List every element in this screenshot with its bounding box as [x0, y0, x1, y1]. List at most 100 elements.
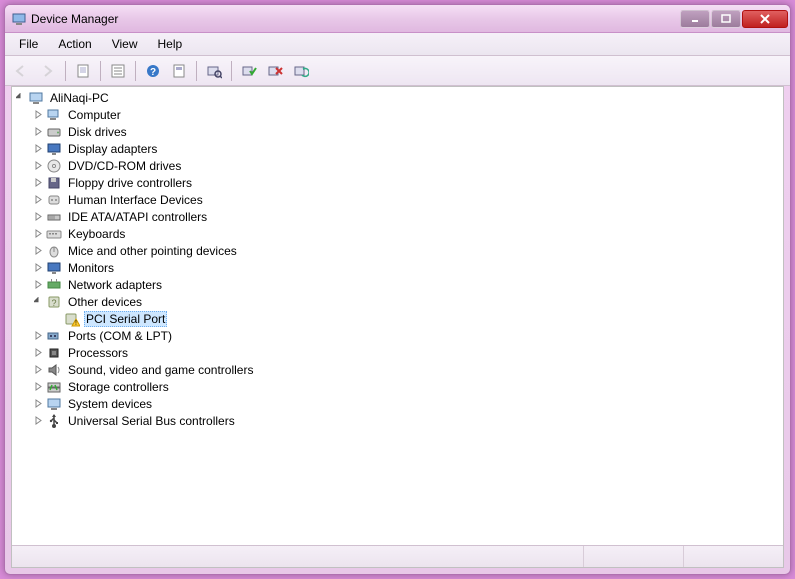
- minimize-button[interactable]: [680, 10, 710, 28]
- back-button[interactable]: [11, 60, 33, 82]
- computer-icon: [28, 90, 44, 106]
- tree-item[interactable]: DVD/CD-ROM drives: [14, 157, 781, 174]
- usb-icon: [46, 413, 62, 429]
- enable-button[interactable]: [238, 60, 260, 82]
- network-icon: [46, 277, 62, 293]
- tree-item-label: System devices: [66, 397, 154, 411]
- dvd-icon: [46, 158, 62, 174]
- display-icon: [46, 141, 62, 157]
- svg-text:?: ?: [150, 67, 156, 78]
- expand-icon[interactable]: [32, 177, 44, 189]
- tree-item-label: Keyboards: [66, 227, 127, 241]
- tree-item[interactable]: System devices: [14, 395, 781, 412]
- scan-hardware-button[interactable]: [290, 60, 312, 82]
- menu-file[interactable]: File: [11, 35, 46, 53]
- tree-item[interactable]: Universal Serial Bus controllers: [14, 412, 781, 429]
- window-title: Device Manager: [31, 12, 679, 26]
- expand-icon[interactable]: [32, 381, 44, 393]
- tree-item[interactable]: Mice and other pointing devices: [14, 242, 781, 259]
- menu-view[interactable]: View: [104, 35, 146, 53]
- tree-item-label: Ports (COM & LPT): [66, 329, 174, 343]
- tree-item-label: Display adapters: [66, 142, 159, 156]
- expand-icon[interactable]: [32, 415, 44, 427]
- tree-item-label: Network adapters: [66, 278, 164, 292]
- tree-item[interactable]: Display adapters: [14, 140, 781, 157]
- svg-text:!: !: [75, 320, 77, 327]
- content-area: AliNaqi-PC ComputerDisk drives Display ada…: [11, 86, 784, 568]
- titlebar[interactable]: Device Manager: [5, 5, 790, 33]
- warning-icon: !: [64, 311, 80, 327]
- uninstall-button[interactable]: [168, 60, 190, 82]
- tree-item[interactable]: IDE ATA/ATAPI controllers: [14, 208, 781, 225]
- expand-icon[interactable]: [32, 160, 44, 172]
- mouse-icon: [46, 243, 62, 259]
- cpu-icon: [46, 345, 62, 361]
- tree-item-label: Processors: [66, 346, 130, 360]
- storage-icon: [46, 379, 62, 395]
- menubar: File Action View Help: [5, 33, 790, 56]
- expand-icon[interactable]: [32, 245, 44, 257]
- tree-item[interactable]: Disk drives: [14, 123, 781, 140]
- tree-item-label: AliNaqi-PC: [48, 91, 111, 105]
- tree-item[interactable]: Keyboards: [14, 225, 781, 242]
- forward-button[interactable]: [37, 60, 59, 82]
- show-hidden-button[interactable]: [72, 60, 94, 82]
- expand-icon[interactable]: [32, 211, 44, 223]
- tree-item-label: Computer: [66, 108, 123, 122]
- expand-icon[interactable]: [32, 228, 44, 240]
- floppy-icon: [46, 175, 62, 191]
- tree-item[interactable]: Floppy drive controllers: [14, 174, 781, 191]
- tree-item[interactable]: Human Interface Devices: [14, 191, 781, 208]
- expand-icon[interactable]: [32, 109, 44, 121]
- tree-item-label: Storage controllers: [66, 380, 171, 394]
- tree-item-label: IDE ATA/ATAPI controllers: [66, 210, 209, 224]
- tree-item-label: Human Interface Devices: [66, 193, 205, 207]
- tree-item[interactable]: Processors: [14, 344, 781, 361]
- ide-icon: [46, 209, 62, 225]
- expand-icon[interactable]: [32, 364, 44, 376]
- monitor-icon: [46, 260, 62, 276]
- expand-icon[interactable]: [32, 126, 44, 138]
- tree-item-label: Floppy drive controllers: [66, 176, 194, 190]
- expand-icon[interactable]: [32, 262, 44, 274]
- hid-icon: [46, 192, 62, 208]
- help-button[interactable]: ?: [142, 60, 164, 82]
- statusbar: [12, 545, 783, 567]
- tree-item[interactable]: ! PCI Serial Port: [14, 310, 781, 327]
- expand-icon[interactable]: [32, 347, 44, 359]
- maximize-button[interactable]: [711, 10, 741, 28]
- update-driver-button[interactable]: [203, 60, 225, 82]
- properties-button[interactable]: [107, 60, 129, 82]
- expand-icon[interactable]: [32, 330, 44, 342]
- tree-item[interactable]: Ports (COM & LPT): [14, 327, 781, 344]
- tree-item[interactable]: ? Other devices: [14, 293, 781, 310]
- collapse-icon[interactable]: [14, 92, 26, 104]
- toolbar: ?: [5, 56, 790, 86]
- tree-item-label: Other devices: [66, 295, 144, 309]
- tree-item[interactable]: Monitors: [14, 259, 781, 276]
- tree-item[interactable]: AliNaqi-PC: [14, 89, 781, 106]
- tree-item-label: DVD/CD-ROM drives: [66, 159, 183, 173]
- svg-text:?: ?: [51, 298, 56, 308]
- tree-item[interactable]: Storage controllers: [14, 378, 781, 395]
- tree-item[interactable]: Network adapters: [14, 276, 781, 293]
- expand-icon[interactable]: [32, 279, 44, 291]
- menu-help[interactable]: Help: [150, 35, 191, 53]
- tree-item[interactable]: Computer: [14, 106, 781, 123]
- collapse-icon[interactable]: [32, 296, 44, 308]
- tree-item[interactable]: Sound, video and game controllers: [14, 361, 781, 378]
- sound-icon: [46, 362, 62, 378]
- menu-action[interactable]: Action: [50, 35, 99, 53]
- expand-icon[interactable]: [32, 143, 44, 155]
- ports-icon: [46, 328, 62, 344]
- device-tree[interactable]: AliNaqi-PC ComputerDisk drives Display ada…: [12, 87, 783, 545]
- system-icon: [46, 396, 62, 412]
- close-button[interactable]: [742, 10, 788, 28]
- disable-button[interactable]: [264, 60, 286, 82]
- tree-item-label: Sound, video and game controllers: [66, 363, 255, 377]
- expand-icon[interactable]: [32, 398, 44, 410]
- other-icon: ?: [46, 294, 62, 310]
- expand-icon[interactable]: [32, 194, 44, 206]
- tree-item-label: PCI Serial Port: [84, 311, 167, 327]
- tree-item-label: Mice and other pointing devices: [66, 244, 239, 258]
